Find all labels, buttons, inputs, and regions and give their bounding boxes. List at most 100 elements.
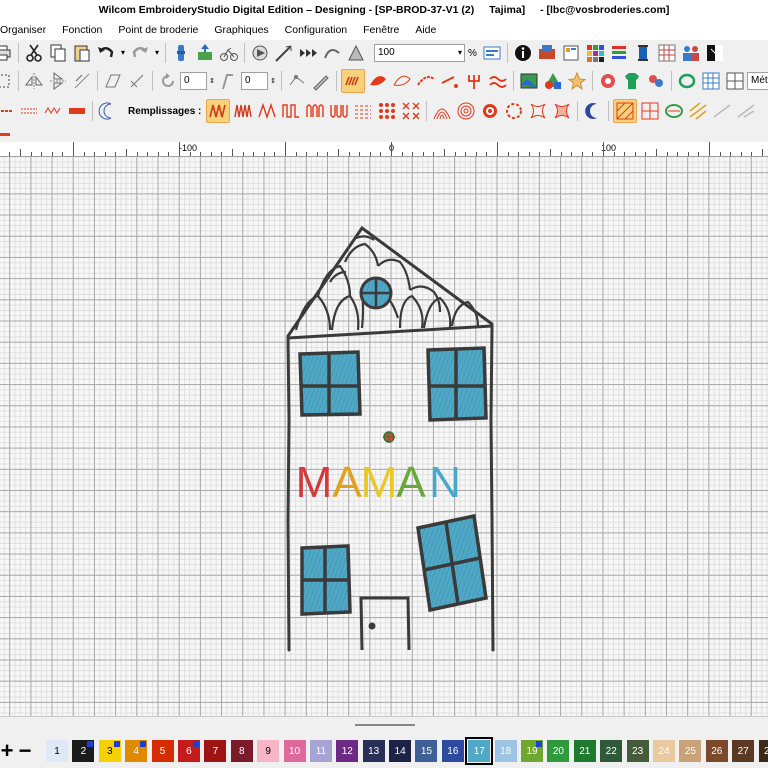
- color-swatch[interactable]: 25: [679, 740, 702, 762]
- spool-icon[interactable]: [632, 42, 654, 64]
- picture-icon[interactable]: [518, 70, 540, 92]
- remove-color-icon[interactable]: −: [16, 740, 34, 762]
- sketch-2-icon[interactable]: [735, 100, 757, 122]
- shapes-icon[interactable]: [542, 70, 564, 92]
- undo-dropdown-icon[interactable]: ▾: [119, 42, 127, 64]
- color-swatch[interactable]: 19: [521, 740, 544, 762]
- wave-fill-2-icon[interactable]: [328, 100, 350, 122]
- reshape-icon[interactable]: [286, 70, 308, 92]
- fill-curve-icon[interactable]: [367, 70, 389, 92]
- spinner-icon[interactable]: ⇕: [208, 70, 216, 92]
- bike-tool-icon[interactable]: [218, 42, 240, 64]
- print-icon[interactable]: [0, 42, 14, 64]
- color-swatch[interactable]: 23: [626, 740, 649, 762]
- mirror-vertical-icon[interactable]: [47, 70, 69, 92]
- pattern-fill-icon[interactable]: [352, 100, 374, 122]
- color-swatch[interactable]: 21: [573, 740, 596, 762]
- effect-fill-icon[interactable]: [613, 99, 638, 123]
- info-icon[interactable]: [512, 42, 534, 64]
- redo-dropdown-icon[interactable]: ▾: [153, 42, 161, 64]
- menu-fonction[interactable]: Fonction: [54, 24, 110, 36]
- worksheet-icon[interactable]: [536, 42, 558, 64]
- palette-grid-icon[interactable]: [656, 42, 678, 64]
- zigzag-run-icon[interactable]: [42, 100, 64, 122]
- wave-fill-icon[interactable]: [304, 100, 326, 122]
- people-icon[interactable]: [680, 42, 702, 64]
- radial-fill-icon[interactable]: [455, 100, 477, 122]
- skew-tool-icon[interactable]: [218, 70, 240, 92]
- color-swatch[interactable]: 12: [336, 740, 359, 762]
- contour-fill-icon[interactable]: [431, 100, 453, 122]
- team-names-icon[interactable]: [645, 70, 667, 92]
- tshirt-icon[interactable]: [621, 70, 643, 92]
- undo-icon[interactable]: [95, 42, 117, 64]
- moon-icon[interactable]: [582, 100, 604, 122]
- wave-stitch-icon[interactable]: [487, 70, 509, 92]
- thread-bottle-icon[interactable]: [170, 42, 192, 64]
- color-swatch[interactable]: 27: [732, 740, 755, 762]
- color-swatch[interactable]: 28: [758, 740, 768, 762]
- house-design[interactable]: M AMA N: [0, 157, 768, 716]
- color-swatch[interactable]: 2: [72, 740, 95, 762]
- mirror-horizontal-icon[interactable]: [23, 70, 45, 92]
- spinner-icon[interactable]: ⇕: [269, 70, 277, 92]
- color-swatch[interactable]: 15: [415, 740, 438, 762]
- color-swatch[interactable]: 22: [600, 740, 623, 762]
- stitch-path-icon[interactable]: [415, 70, 437, 92]
- zoom-window-icon[interactable]: [481, 42, 503, 64]
- skew-angle-field[interactable]: 0: [241, 72, 268, 90]
- copy-icon[interactable]: [47, 42, 69, 64]
- color-swatch[interactable]: 10: [283, 740, 306, 762]
- satin-stitch-icon[interactable]: [341, 69, 365, 93]
- monogram-icon[interactable]: [597, 70, 619, 92]
- color-swatch[interactable]: 20: [547, 740, 570, 762]
- approval-sheet-icon[interactable]: [560, 42, 582, 64]
- trident-icon[interactable]: [463, 70, 485, 92]
- thread-list-icon[interactable]: [608, 42, 630, 64]
- cluster-fill-icon[interactable]: [527, 100, 549, 122]
- knife-icon[interactable]: [310, 70, 332, 92]
- rotate-angle-field[interactable]: 0: [180, 72, 207, 90]
- contrast-icon[interactable]: [704, 42, 726, 64]
- color-swatch[interactable]: 1: [46, 740, 68, 762]
- color-swatch[interactable]: 8: [230, 740, 253, 762]
- leaf-outline-icon[interactable]: [391, 70, 413, 92]
- zoom-field[interactable]: 100 ▾: [374, 44, 465, 62]
- measurement-unit-select[interactable]: Métrique▾: [747, 72, 768, 90]
- menu-aide[interactable]: Aide: [407, 24, 444, 36]
- color-swatch[interactable]: 14: [389, 740, 412, 762]
- menu-configuration[interactable]: Configuration: [277, 24, 355, 36]
- add-color-icon[interactable]: +: [0, 740, 16, 762]
- show-fabric-icon[interactable]: [345, 42, 367, 64]
- ring-fill-icon[interactable]: [663, 100, 685, 122]
- stitch-player-icon[interactable]: [249, 42, 271, 64]
- star-icon[interactable]: [566, 70, 588, 92]
- cross-stitch-fill-icon[interactable]: [376, 100, 398, 122]
- motif-fill-icon[interactable]: [503, 100, 525, 122]
- satin-fill-icon[interactable]: [206, 99, 231, 123]
- menu-graphiques[interactable]: Graphiques: [206, 24, 276, 36]
- slow-redraw-icon[interactable]: [321, 42, 343, 64]
- triple-run-icon[interactable]: [18, 100, 40, 122]
- tatami-fill-icon[interactable]: [232, 100, 254, 122]
- color-swatch[interactable]: 17: [465, 737, 494, 765]
- solid-bar-icon[interactable]: [66, 100, 88, 122]
- color-swatch[interactable]: 24: [652, 740, 675, 762]
- texture-fill-icon[interactable]: [687, 100, 709, 122]
- color-swatch[interactable]: 3: [98, 740, 121, 762]
- select-object-icon[interactable]: [0, 70, 14, 92]
- export-machine-icon[interactable]: [194, 42, 216, 64]
- skew-icon[interactable]: [102, 70, 124, 92]
- mirror-diagonal-icon[interactable]: [71, 70, 93, 92]
- arrow-stitch-icon[interactable]: [439, 70, 461, 92]
- menu-organiser[interactable]: Organiser: [0, 24, 54, 36]
- origin-marker-icon[interactable]: [383, 431, 395, 443]
- color-swatch[interactable]: 13: [362, 740, 385, 762]
- splitter-grip[interactable]: [355, 724, 415, 726]
- color-swatch[interactable]: 7: [204, 740, 227, 762]
- design-canvas[interactable]: MAMAN: [0, 157, 768, 716]
- needle-icon[interactable]: [273, 42, 295, 64]
- rotate-left-icon[interactable]: [126, 70, 148, 92]
- tiled-fill-icon[interactable]: [639, 100, 661, 122]
- sketch-icon[interactable]: [711, 100, 733, 122]
